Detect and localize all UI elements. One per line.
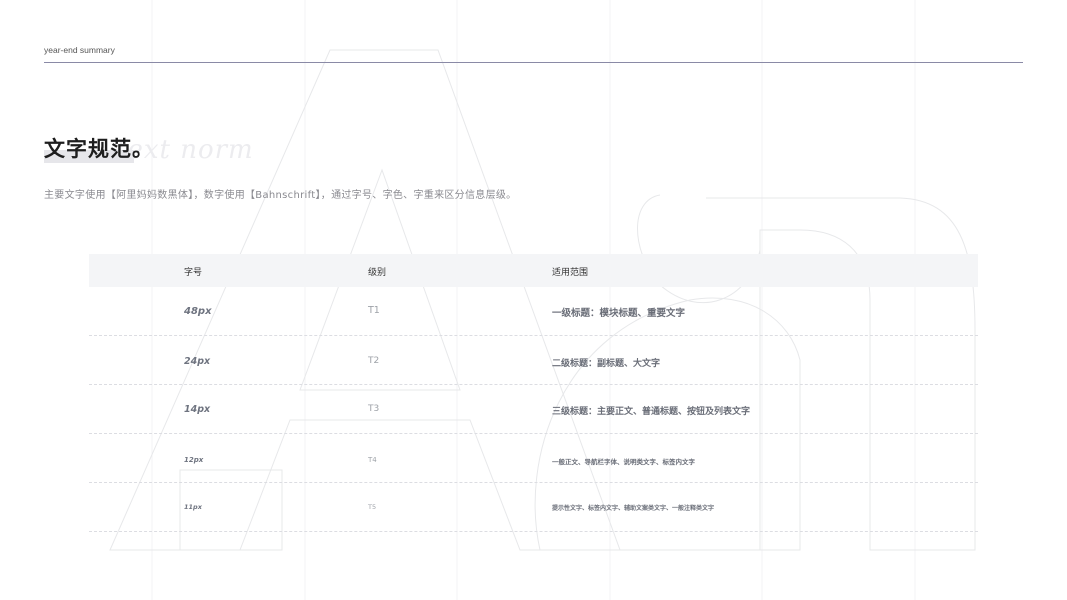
page-title: 文字规范。 xyxy=(44,137,154,161)
table-header: 字号 级别 适用范围 xyxy=(89,254,978,287)
page-description: 主要文字使用【阿里妈妈数黑体】，数字使用【Bahnschrift】，通过字号、字… xyxy=(44,190,517,201)
header-divider xyxy=(44,62,1023,63)
level-value: T4 xyxy=(368,456,377,464)
usage-value: 三级标题：主要正文、普通标题、按钮及列表文字 xyxy=(552,407,751,417)
typography-table: 字号 级别 适用范围 48px T1 一级标题：模块标题、重要文字 24px T… xyxy=(89,254,978,532)
font-size-value: 12px xyxy=(184,456,204,464)
level-value: T5 xyxy=(368,503,377,511)
usage-value: 二级标题：副标题、大文字 xyxy=(552,359,661,369)
level-value: T2 xyxy=(368,356,380,366)
title-block: text norm 文字规范。 xyxy=(44,133,253,167)
usage-value: 一般正文、导航栏字体、说明类文字、标签内文字 xyxy=(552,458,695,466)
table-row: 48px T1 一级标题：模块标题、重要文字 xyxy=(89,287,978,336)
font-size-value: 24px xyxy=(184,356,211,367)
level-value: T1 xyxy=(368,305,380,316)
table-row: 24px T2 二级标题：副标题、大文字 xyxy=(89,336,978,385)
font-size-value: 11px xyxy=(184,503,202,511)
font-size-value: 48px xyxy=(184,306,212,317)
table-row: 14px T3 三级标题：主要正文、普通标题、按钮及列表文字 xyxy=(89,385,978,434)
font-size-value: 14px xyxy=(184,404,211,415)
usage-value: 一级标题：模块标题、重要文字 xyxy=(552,308,686,319)
header-label: year-end summary xyxy=(44,45,115,55)
table-row: 12px T4 一般正文、导航栏字体、说明类文字、标签内文字 xyxy=(89,434,978,483)
column-header-usage: 适用范围 xyxy=(552,268,589,278)
column-header-size: 字号 xyxy=(184,268,203,278)
level-value: T3 xyxy=(368,404,380,414)
column-header-level: 级别 xyxy=(368,268,387,278)
table-row: 11px T5 提示性文字、标签内文字、辅助文案类文字、一般注释类文字 xyxy=(89,483,978,532)
usage-value: 提示性文字、标签内文字、辅助文案类文字、一般注释类文字 xyxy=(552,505,715,512)
